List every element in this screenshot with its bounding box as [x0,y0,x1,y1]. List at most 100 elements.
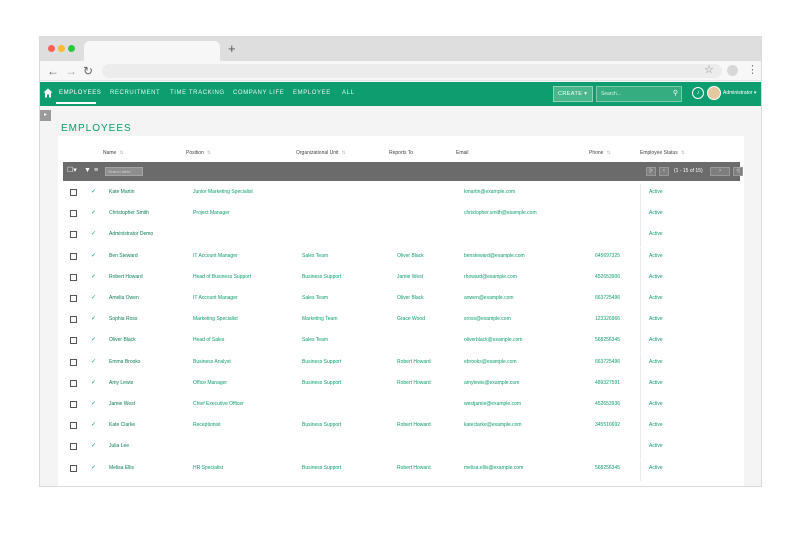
address-bar[interactable] [102,64,722,78]
notification-bell-icon[interactable]: ♪ [692,87,704,99]
cell-name[interactable]: Jamie West [109,401,135,407]
create-button[interactable]: CREATE ▾ [553,86,593,102]
cell-name[interactable]: Julia Lee [109,443,129,449]
row-checkbox[interactable] [70,379,77,387]
cell-name[interactable]: Amy Lewis [109,380,133,386]
edit-check-icon[interactable]: ✓ [91,358,96,365]
profile-icon[interactable] [727,65,738,76]
columns-icon[interactable]: ≡ [94,166,98,176]
bookmark-star-icon[interactable]: ☆ [704,63,714,76]
edit-check-icon[interactable]: ✓ [91,421,96,428]
nav-time-tracking[interactable]: TIME TRACKING [170,90,225,96]
column-header-reports-to[interactable]: Reports To [389,150,413,156]
forward-icon[interactable]: → [65,64,77,78]
edit-check-icon[interactable]: ✓ [91,464,96,471]
table-row[interactable]: ✓ Melisa Ellis HR Specialist Business Suppo… [58,459,744,481]
table-row[interactable]: ✓ Kate Martin Junior Marketing Specialist k… [58,184,744,205]
table-row[interactable]: ✓ Robert Howard Head of Business Support Bu… [58,268,744,290]
column-header-status[interactable]: Employee Status ⇅ [640,150,685,156]
table-row[interactable]: ✓ Administrator Demo Active [58,226,744,248]
maximize-window-dot[interactable] [68,45,75,52]
back-icon[interactable]: ← [47,64,59,78]
edit-check-icon[interactable]: ✓ [91,442,96,449]
row-checkbox[interactable] [70,231,77,239]
row-checkbox[interactable] [70,295,77,302]
edit-check-icon[interactable]: ✓ [91,379,96,386]
cell-name[interactable]: Christopher Smith [109,210,149,216]
sidebar-toggle-icon[interactable]: ▸ [40,110,51,121]
row-checkbox[interactable] [70,358,77,366]
reload-icon[interactable]: ↻ [83,64,93,78]
cell-name[interactable]: Robert Howard [109,274,143,280]
filter-icon[interactable]: ▼ [84,166,91,176]
next-page-icon[interactable]: › [710,167,730,176]
global-search-input[interactable]: Search... ⚲ [596,86,682,102]
cell-name[interactable]: Oliver Black [109,337,136,343]
row-checkbox[interactable] [70,401,77,408]
cell-name[interactable]: Kate Clarke [109,422,135,428]
last-page-icon[interactable]: ›| [733,167,743,176]
nav-recruitment[interactable]: RECRUITMENT [110,90,160,96]
cell-name[interactable]: Ben Steward [109,253,138,259]
search-icon[interactable]: ⚲ [673,88,678,100]
column-header-email[interactable]: Email [456,150,469,156]
edit-check-icon[interactable]: ✓ [91,336,96,343]
cell-name[interactable]: Melisa Ellis [109,465,134,471]
edit-check-icon[interactable]: ✓ [91,230,96,237]
table-row[interactable]: ✓ Ben Steward IT Account Manager Sales Team… [58,247,744,269]
nav-employee[interactable]: EMPLOYEE [293,90,331,96]
table-row[interactable]: ✓ Amy Lewis Office Manager Business Support… [58,374,744,396]
edit-check-icon[interactable]: ✓ [91,273,96,280]
table-row[interactable]: ✓ Kate Clarke Receptionist Business Support… [58,417,744,439]
row-checkbox[interactable] [70,443,77,451]
user-menu[interactable]: Administrator ▾ [723,90,756,96]
sort-icon[interactable]: ⇅ [606,150,610,156]
cell-name[interactable]: Administrator Demo [109,231,153,237]
edit-check-icon[interactable]: ✓ [91,252,96,259]
sort-icon[interactable]: ⇅ [681,150,685,156]
table-search-input[interactable]: Search table [105,167,143,176]
user-avatar[interactable] [707,86,721,100]
first-page-icon[interactable]: |‹ [646,167,656,176]
table-row[interactable]: ✓ Sophia Ross Marketing Specialist Marketin… [58,311,744,333]
cell-name[interactable]: Kate Martin [109,189,135,195]
sort-icon[interactable]: ⇅ [207,150,211,156]
cell-name[interactable]: Sophia Ross [109,316,137,322]
new-tab-icon[interactable]: + [228,41,236,56]
table-row[interactable]: ✓ Amelia Owen IT Account Manager Sales Team… [58,290,744,311]
sort-icon[interactable]: ⇅ [119,150,123,156]
home-icon[interactable] [43,88,53,98]
row-checkbox[interactable] [70,464,77,472]
cell-name[interactable]: Amelia Owen [109,295,139,301]
edit-check-icon[interactable]: ✓ [91,294,96,301]
column-header-name[interactable]: Name ⇅ [103,150,124,156]
column-header-phone[interactable]: Phone ⇅ [589,150,611,156]
column-header-unit[interactable]: Organizational Unit ⇅ [296,150,346,156]
edit-check-icon[interactable]: ✓ [91,188,96,195]
column-header-position[interactable]: Position ⇅ [186,150,211,156]
row-checkbox[interactable] [70,210,77,218]
table-row[interactable]: ✓ Emma Brooks Business Analyst Business Sup… [58,353,744,375]
edit-check-icon[interactable]: ✓ [91,315,96,322]
row-checkbox[interactable] [70,422,77,430]
minimize-window-dot[interactable] [58,45,65,52]
prev-page-icon[interactable]: ‹ [659,167,669,176]
nav-employees[interactable]: EMPLOYEES [59,90,101,96]
edit-check-icon[interactable]: ✓ [91,400,96,407]
nav-company-life[interactable]: COMPANY LIFE [233,90,284,96]
row-checkbox[interactable] [70,189,77,196]
row-checkbox[interactable] [70,273,77,281]
table-row[interactable]: ✓ Christopher Smith Project Manager christo… [58,205,744,227]
edit-check-icon[interactable]: ✓ [91,209,96,216]
nav-all[interactable]: ALL [342,90,354,96]
row-checkbox[interactable] [70,316,77,324]
table-row[interactable]: ✓ Jamie West Chief Executive Officer westja… [58,396,744,417]
row-checkbox[interactable] [70,337,77,345]
cell-name[interactable]: Emma Brooks [109,359,140,365]
sort-icon[interactable]: ⇅ [342,150,346,156]
table-row[interactable]: ✓ Oliver Black Head of Sales Sales Team oliv… [58,332,744,354]
table-row[interactable]: ✓ Julia Lee Active [58,438,744,460]
browser-menu-icon[interactable]: ⋮ [747,64,758,76]
row-checkbox[interactable] [70,252,77,260]
select-dropdown-icon[interactable]: ☐▾ [67,166,77,176]
